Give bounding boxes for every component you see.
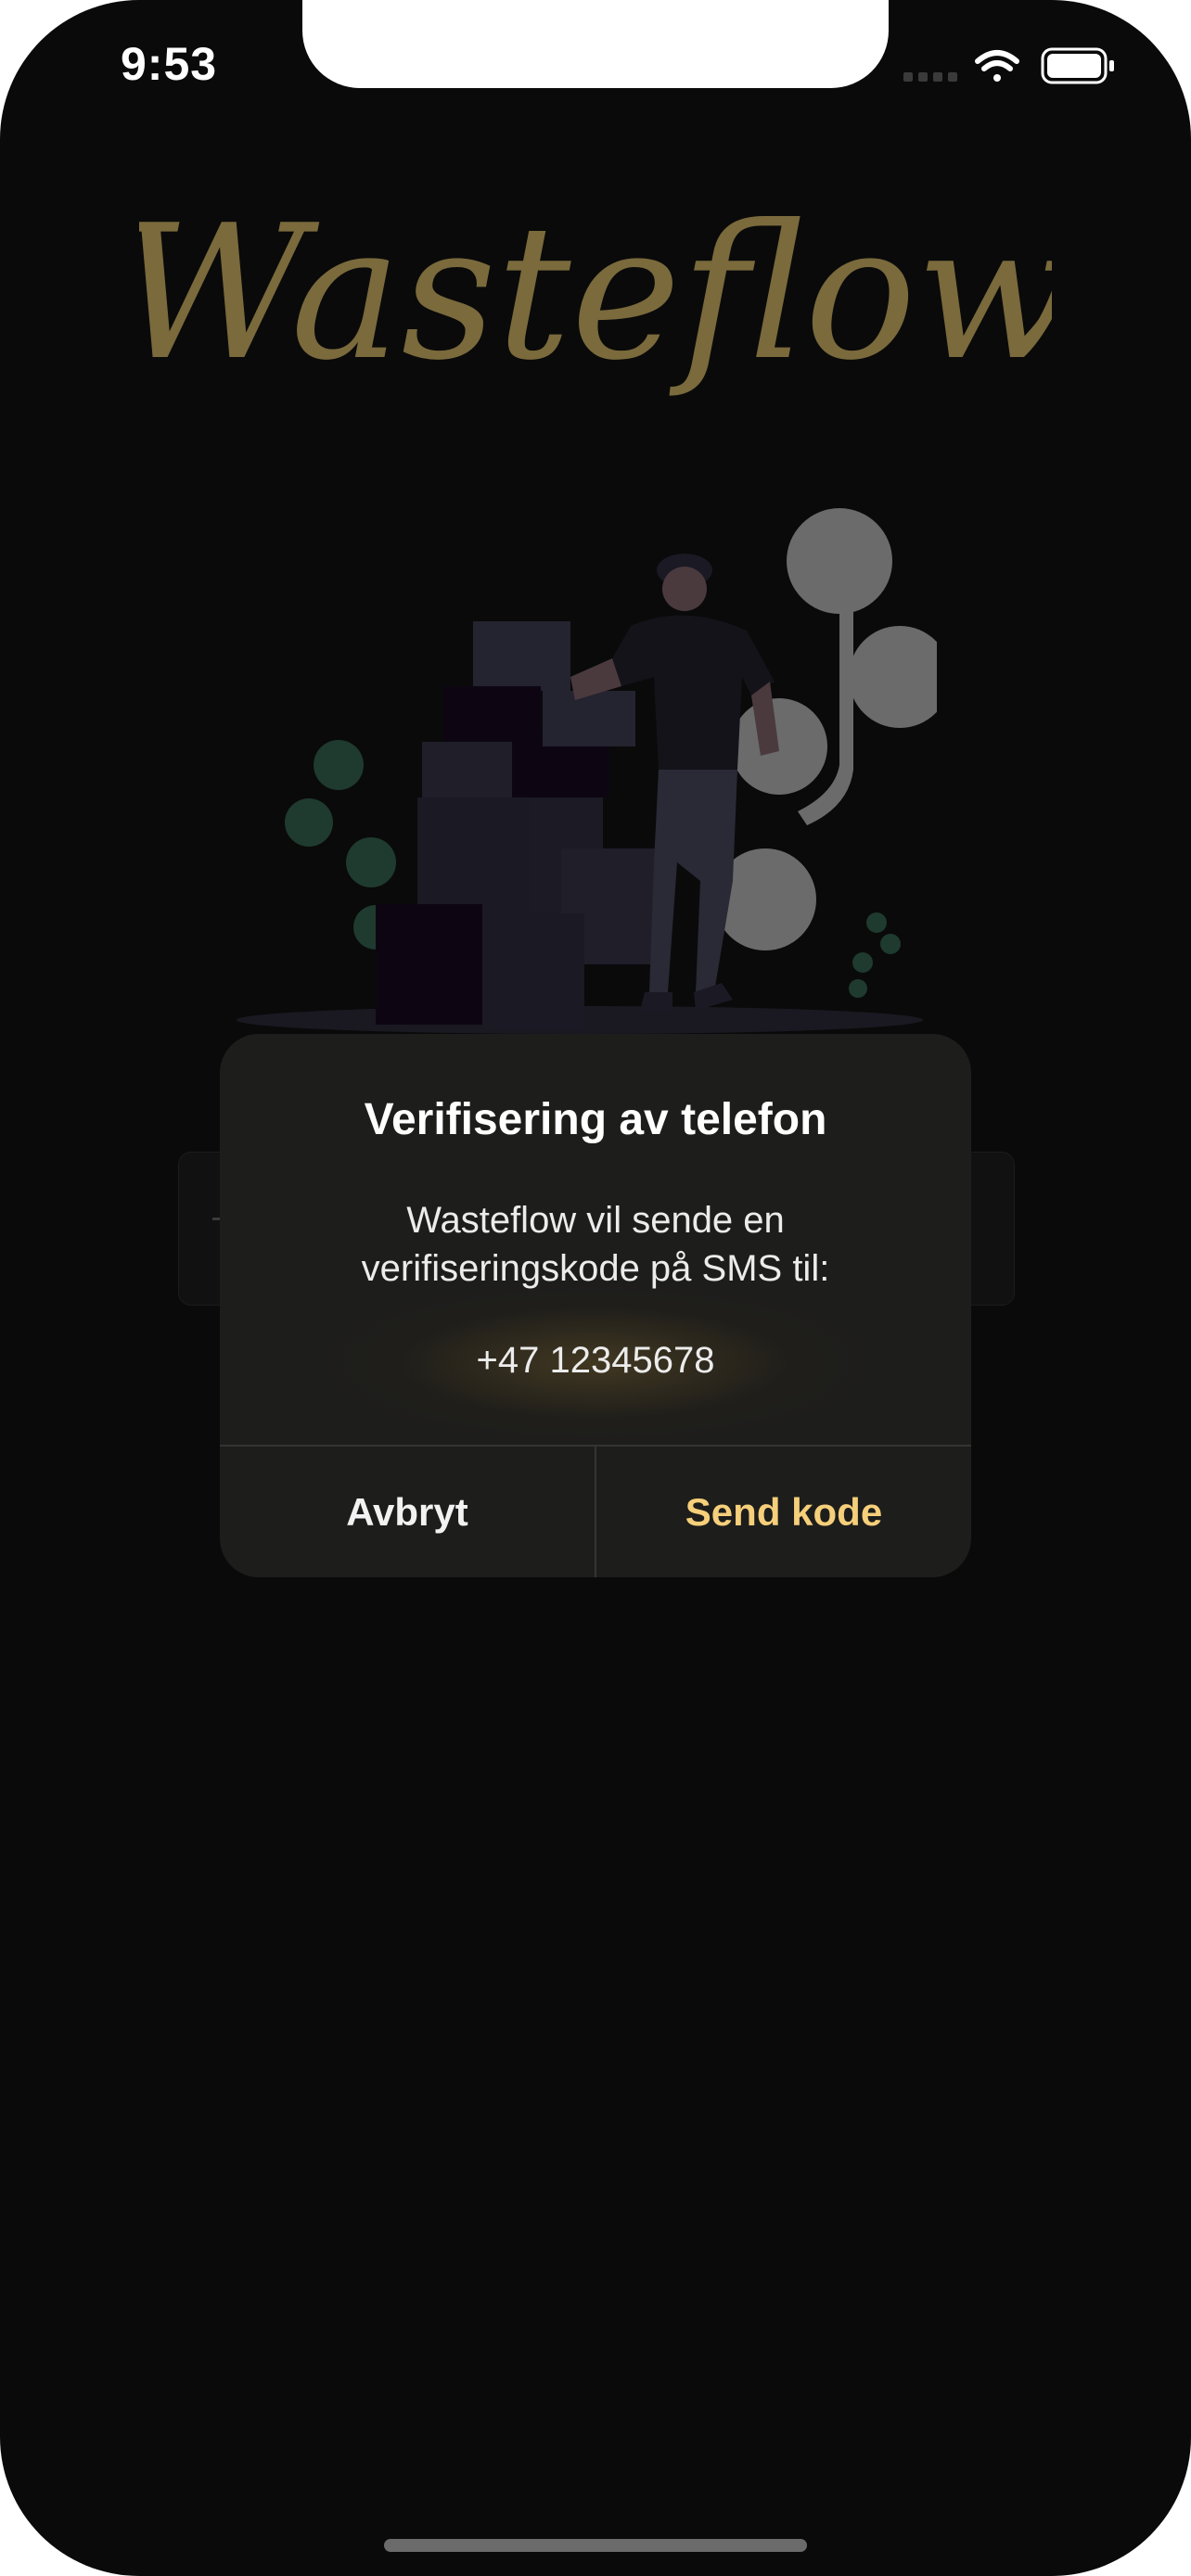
dialog-message-line-1: Wasteflow vil sende en [406, 1200, 785, 1241]
wifi-icon [975, 50, 1019, 82]
send-code-button[interactable]: Send kode [596, 1447, 971, 1577]
phone-screen: 9:53 Wasteflow Verifisering av telefon W… [0, 0, 1191, 2576]
dialog-message-line-2: verifiseringskode på SMS til: [361, 1248, 830, 1289]
cellular-signal-icon [903, 72, 957, 82]
battery-icon [1041, 47, 1114, 84]
dialog-message: Wasteflow vil sende en verifiseringskode… [220, 1196, 971, 1293]
cancel-button[interactable]: Avbryt [220, 1447, 595, 1577]
status-time: 9:53 [121, 38, 218, 90]
verification-dialog: Verifisering av telefon Wasteflow vil se… [220, 1034, 971, 1577]
wasteflow-logo: Wasteflow [139, 185, 1052, 402]
dialog-title: Verifisering av telefon [364, 1095, 827, 1144]
dialog-phone-number: +47 12345678 [476, 1340, 715, 1381]
person-with-boxes-illustration [237, 508, 937, 1034]
device-notch [302, 0, 889, 88]
status-icons [900, 45, 1122, 91]
logo-text: Wasteflow [139, 185, 1052, 402]
home-indicator[interactable] [384, 2539, 807, 2552]
